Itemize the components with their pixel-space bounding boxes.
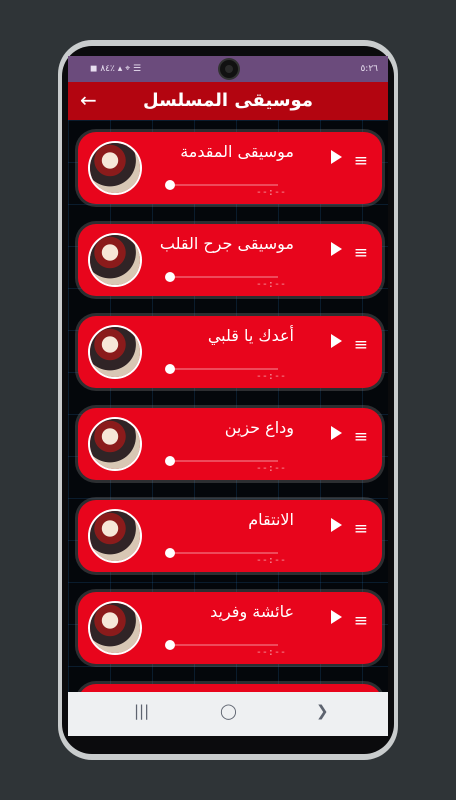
- back-arrow-icon[interactable]: ←: [80, 88, 97, 112]
- progress-knob[interactable]: [165, 640, 175, 650]
- progress-knob[interactable]: [165, 456, 175, 466]
- menu-icon[interactable]: ≡: [354, 519, 368, 539]
- progress-knob[interactable]: [165, 364, 175, 374]
- menu-icon[interactable]: ≡: [354, 243, 368, 263]
- song-card-2[interactable]: موسيقى جرح القلب ≡ --:--: [78, 224, 382, 296]
- song-card-6[interactable]: عائشة وفريد ≡ --:--: [78, 592, 382, 664]
- app-bar: موسيقى المسلسل ←: [68, 82, 388, 120]
- song-title: وداع حزين: [224, 418, 294, 437]
- song-title: أعدك يا قلبي: [207, 326, 294, 345]
- menu-icon[interactable]: ≡: [354, 151, 368, 171]
- status-time: ٥:٢٦: [360, 64, 378, 74]
- progress-knob[interactable]: [165, 272, 175, 282]
- song-title: موسيقى المقدمة: [180, 142, 294, 161]
- status-icons: ◼ ٨٤٪ ▴ ⌖ ☰: [90, 64, 142, 74]
- progress-track[interactable]: [165, 640, 278, 650]
- song-card-4[interactable]: وداع حزين ≡ --:--: [78, 408, 382, 480]
- album-art-icon: [90, 143, 140, 193]
- album-art-icon: [90, 419, 140, 469]
- album-art-icon: [90, 235, 140, 285]
- album-art-icon: [90, 511, 140, 561]
- song-time: --:--: [255, 371, 286, 382]
- album-art-icon: [90, 327, 140, 377]
- app-screen: ◼ ٨٤٪ ▴ ⌖ ☰ ٥:٢٦ موسيقى المسلسل ← موسيقى…: [68, 56, 388, 736]
- song-title: الانتقام: [248, 510, 294, 529]
- play-icon[interactable]: [331, 242, 342, 256]
- song-time: --:--: [255, 463, 286, 474]
- camera-icon: [220, 60, 238, 78]
- play-icon[interactable]: [331, 518, 342, 532]
- recent-apps-icon[interactable]: |||: [134, 702, 149, 720]
- back-icon[interactable]: ❯: [316, 702, 329, 720]
- progress-track[interactable]: [165, 180, 278, 190]
- song-time: --:--: [255, 279, 286, 290]
- play-icon[interactable]: [331, 610, 342, 624]
- album-art-icon: [90, 603, 140, 653]
- play-icon[interactable]: [331, 150, 342, 164]
- song-time: --:--: [255, 555, 286, 566]
- menu-icon[interactable]: ≡: [354, 427, 368, 447]
- song-title: عائشة وفريد: [210, 602, 294, 621]
- play-icon[interactable]: [331, 426, 342, 440]
- status-bar: ◼ ٨٤٪ ▴ ⌖ ☰ ٥:٢٦: [68, 56, 388, 82]
- song-time: --:--: [255, 187, 286, 198]
- progress-track[interactable]: [165, 272, 278, 282]
- song-card-3[interactable]: أعدك يا قلبي ≡ --:--: [78, 316, 382, 388]
- play-icon[interactable]: [331, 334, 342, 348]
- progress-track[interactable]: [165, 548, 278, 558]
- home-icon[interactable]: ◯: [220, 702, 237, 720]
- page-title: موسيقى المسلسل: [143, 90, 313, 111]
- progress-track[interactable]: [165, 364, 278, 374]
- progress-knob[interactable]: [165, 180, 175, 190]
- progress-track[interactable]: [165, 456, 278, 466]
- song-list: موسيقى المقدمة ≡ --:-- موسيقى جرح القلب …: [68, 120, 388, 736]
- song-title: موسيقى جرح القلب: [159, 234, 294, 253]
- menu-icon[interactable]: ≡: [354, 611, 368, 631]
- progress-knob[interactable]: [165, 548, 175, 558]
- song-time: --:--: [255, 647, 286, 658]
- menu-icon[interactable]: ≡: [354, 335, 368, 355]
- song-card-5[interactable]: الانتقام ≡ --:--: [78, 500, 382, 572]
- system-navigation-bar: ||| ◯ ❯: [68, 692, 388, 736]
- song-card-1[interactable]: موسيقى المقدمة ≡ --:--: [78, 132, 382, 204]
